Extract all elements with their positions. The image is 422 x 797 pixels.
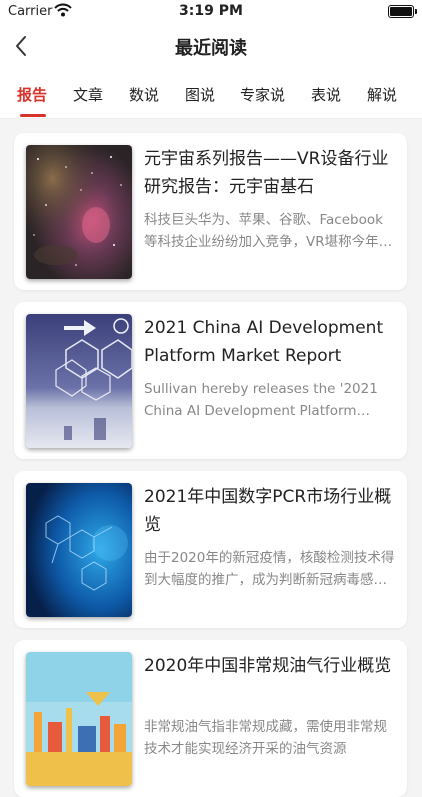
report-thumbnail <box>26 314 132 448</box>
battery-icon <box>388 5 417 18</box>
report-card[interactable]: 2021年中国数字PCR市场行业概览 由于2020年的新冠疫情，核酸检测技术得到… <box>14 471 407 628</box>
clock-time: 3:19 PM <box>179 3 243 19</box>
report-title: 2020年中国非常规油气行业概览 <box>144 656 392 676</box>
tab-table-talk[interactable]: 表说 <box>311 84 341 105</box>
report-card[interactable]: 2020年中国非常规油气行业概览 非常规油气指非常规成藏，需使用非常规技术才能实… <box>14 640 407 797</box>
report-summary: 非常规油气指非常规成藏，需使用非常规技术才能实现经济开采的油气资源 <box>144 719 387 757</box>
report-summary: Sullivan hereby releases the '2021 China… <box>144 381 378 419</box>
status-bar: Carrier 3:19 PM <box>0 0 422 24</box>
report-thumbnail <box>26 145 132 279</box>
tab-explain[interactable]: 解说 <box>367 84 397 105</box>
nav-bar: 最近阅读 <box>0 24 422 68</box>
tab-expert-talk[interactable]: 专家说 <box>240 84 285 105</box>
tab-data-talk[interactable]: 数说 <box>129 84 159 105</box>
report-title: 元宇宙系列报告——VR设备行业研究报告：元宇宙基石 <box>144 149 389 197</box>
tab-report[interactable]: 报告 <box>17 84 47 105</box>
active-tab-indicator <box>20 114 46 117</box>
report-title: 2021 China AI Development Platform Marke… <box>144 318 384 366</box>
report-thumbnail <box>26 483 132 617</box>
report-title: 2021年中国数字PCR市场行业概览 <box>144 487 392 535</box>
tab-article[interactable]: 文章 <box>73 84 103 105</box>
tab-chart-talk[interactable]: 图说 <box>185 84 215 105</box>
category-tabs: 报告 文章 数说 图说 专家说 表说 解说 <box>0 68 422 119</box>
report-thumbnail <box>26 652 132 786</box>
report-card[interactable]: 2021 China AI Development Platform Marke… <box>14 302 407 459</box>
report-summary: 由于2020年的新冠疫情，核酸检测技术得到大幅度的推广，成为判断新冠病毒感染的重… <box>144 550 395 588</box>
report-card[interactable]: 元宇宙系列报告——VR设备行业研究报告：元宇宙基石 科技巨头华为、苹果、谷歌、F… <box>14 133 407 290</box>
page-title: 最近阅读 <box>175 38 247 59</box>
report-summary: 科技巨头华为、苹果、谷歌、Facebook等科技企业纷纷加入竞争，VR堪称今年最… <box>144 212 393 250</box>
